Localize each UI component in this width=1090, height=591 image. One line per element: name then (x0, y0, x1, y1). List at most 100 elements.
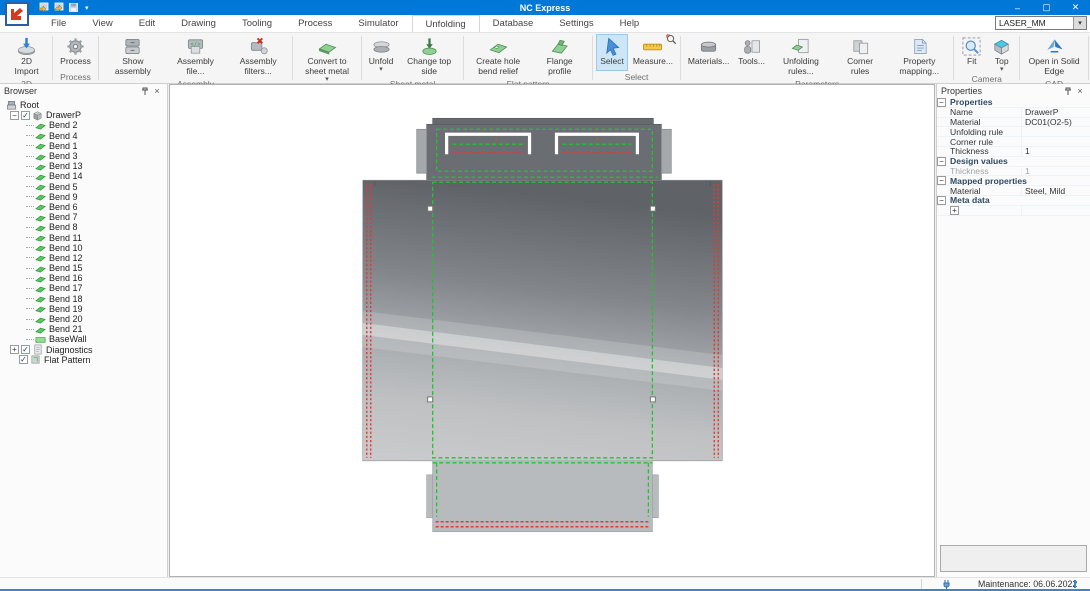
tree-item-bend-4[interactable]: Bend 4 (4, 131, 167, 141)
ribbon-button-materials[interactable]: Materials... (684, 34, 733, 78)
ribbon-button-2d-import[interactable]: 2D Import (4, 34, 49, 78)
machine-selector[interactable]: LASER_MM ▾ (995, 16, 1087, 30)
app-logo-icon[interactable] (5, 2, 29, 26)
property-row-thickness[interactable]: Thickness1 (937, 147, 1090, 157)
collapse-icon[interactable]: − (937, 157, 946, 166)
ribbon-button-property-mapping[interactable]: Property mapping... (888, 34, 950, 78)
checkbox-checked[interactable]: ✓ (21, 111, 30, 120)
tree-item-bend-10[interactable]: Bend 10 (4, 243, 167, 253)
close-panel-icon[interactable]: × (1074, 86, 1086, 96)
tree-item-bend-1[interactable]: Bend 1 (4, 141, 167, 151)
tree-item-bend-5[interactable]: Bend 5 (4, 182, 167, 192)
property-label: Material (948, 186, 1022, 195)
close-panel-icon[interactable]: × (151, 86, 163, 96)
save-icon[interactable] (68, 2, 79, 13)
tree-item-bend-11[interactable]: Bend 11 (4, 232, 167, 242)
tree-item-part[interactable]: −✓DrawerP (4, 110, 167, 120)
tree-item-bend-7[interactable]: Bend 7 (4, 212, 167, 222)
tree-item-diagnostics[interactable]: +✓Diagnostics (4, 345, 167, 355)
tree-item-bend-8[interactable]: Bend 8 (4, 222, 167, 232)
ribbon-group-camera: FitTop▾Camera (955, 33, 1018, 83)
tree-item-bend-2[interactable]: Bend 2 (4, 120, 167, 130)
tree-item-root[interactable]: Root (4, 100, 167, 110)
ribbon-button-select[interactable]: Select (596, 34, 628, 71)
expand-icon[interactable]: + (950, 206, 959, 215)
property-row-thickness[interactable]: Thickness1 (937, 167, 1090, 177)
menu-tab-view[interactable]: View (79, 15, 125, 32)
machine-dropdown-icon[interactable]: ▾ (1073, 17, 1086, 29)
ribbon-group-select: SelectMeasure...Select (594, 33, 679, 83)
checkbox-checked[interactable]: ✓ (19, 355, 28, 364)
tree-item-flat-pattern[interactable]: ✓Flat Pattern (4, 355, 167, 365)
ribbon-button-show-assembly[interactable]: Show assembly (102, 34, 164, 78)
property-section-label: Mapped properties (948, 176, 1090, 185)
menu-tab-help[interactable]: Help (607, 15, 653, 32)
minimize-button[interactable]: – (1003, 0, 1032, 15)
tree-item-bend-12[interactable]: Bend 12 (4, 253, 167, 263)
pin-icon[interactable] (139, 87, 151, 96)
tree-item-bend-16[interactable]: Bend 16 (4, 273, 167, 283)
tree-item-label: Bend 15 (49, 263, 83, 273)
menu-tab-edit[interactable]: Edit (126, 15, 168, 32)
property-section-meta-data[interactable]: −Meta data (937, 196, 1090, 206)
tree-item-bend-20[interactable]: Bend 20 (4, 314, 167, 324)
ribbon-button-convert-to-sheet-metal[interactable]: Convert to sheet metal▾ (296, 34, 358, 83)
ribbon-button-flange-profile[interactable]: Flange profile (530, 34, 589, 78)
close-button[interactable]: ✕ (1061, 0, 1090, 15)
tree-item-basewall[interactable]: BaseWall (4, 334, 167, 344)
menu-tab-drawing[interactable]: Drawing (168, 15, 229, 32)
ribbon-button-process[interactable]: Process (56, 34, 95, 71)
tree-item-bend-15[interactable]: Bend 15 (4, 263, 167, 273)
ribbon-button-change-top-side[interactable]: Change top side (398, 34, 460, 78)
tree-item-label: Bend 16 (49, 273, 83, 283)
ribbon-button-assembly-file[interactable]: </>Assembly file... (165, 34, 226, 78)
meta-data-expand-row[interactable]: + (937, 206, 1090, 216)
maximize-button[interactable]: ▢ (1032, 0, 1061, 15)
tree-item-bend-17[interactable]: Bend 17 (4, 283, 167, 293)
collapse-icon[interactable]: − (937, 176, 946, 185)
ribbon-button-tools[interactable]: Tools... (734, 34, 769, 78)
menu-tab-unfolding[interactable]: Unfolding (412, 15, 480, 32)
menu-tab-simulator[interactable]: Simulator (345, 15, 411, 32)
collapse-icon[interactable]: − (937, 98, 946, 107)
tree-item-bend-14[interactable]: Bend 14 (4, 171, 167, 181)
checkbox-checked[interactable]: ✓ (21, 345, 30, 354)
tree-item-bend-9[interactable]: Bend 9 (4, 192, 167, 202)
import-assembly-icon[interactable] (53, 2, 64, 13)
tree-item-bend-19[interactable]: Bend 19 (4, 304, 167, 314)
viewport-canvas[interactable] (169, 84, 935, 577)
ribbon-button-assembly-filters[interactable]: Assembly filters... (227, 34, 289, 78)
menu-tab-database[interactable]: Database (480, 15, 547, 32)
ribbon-button-fit[interactable]: Fit (957, 34, 986, 73)
property-label: Corner rule (948, 137, 1022, 146)
property-value: DrawerP (1022, 107, 1090, 117)
ribbon-button-top[interactable]: Top▾ (987, 34, 1016, 73)
qat-dropdown-icon[interactable]: ▾ (85, 4, 89, 12)
menu-tab-tooling[interactable]: Tooling (229, 15, 285, 32)
tree-item-bend-6[interactable]: Bend 6 (4, 202, 167, 212)
menu-tab-settings[interactable]: Settings (546, 15, 606, 32)
tree-item-bend-3[interactable]: Bend 3 (4, 151, 167, 161)
import-part-icon[interactable] (38, 2, 49, 13)
tree-item-bend-18[interactable]: Bend 18 (4, 294, 167, 304)
machine-selector-value: LASER_MM (996, 17, 1073, 29)
property-row-material[interactable]: MaterialDC01(O2-5) (937, 118, 1090, 128)
property-row-material[interactable]: MaterialSteel, Mild (937, 186, 1090, 196)
tree-item-bend-21[interactable]: Bend 21 (4, 324, 167, 334)
menu-tab-process[interactable]: Process (285, 15, 345, 32)
property-row-unfolding-rule[interactable]: Unfolding rule (937, 127, 1090, 137)
properties-panel: Properties × −PropertiesNameDrawerPMater… (936, 84, 1090, 577)
ribbon-button-unfolding-rules[interactable]: Unfolding rules... (770, 34, 832, 78)
collapse-icon[interactable]: − (937, 196, 946, 205)
expand-icon[interactable]: + (10, 345, 19, 354)
collapse-icon[interactable]: − (10, 111, 19, 120)
ribbon-button-create-hole-bend-relief[interactable]: Create hole bend relief (467, 34, 529, 78)
tree-item-bend-13[interactable]: Bend 13 (4, 161, 167, 171)
ribbon-button-open-in-solid-edge[interactable]: Open in Solid Edge (1023, 34, 1085, 78)
ribbon-button-unfold[interactable]: Unfold▾ (365, 34, 397, 78)
ribbon-button-corner-rules[interactable]: Corner rules (833, 34, 887, 78)
pin-icon[interactable] (1062, 87, 1074, 96)
menu-tab-file[interactable]: File (38, 15, 79, 32)
property-label: Unfolding rule (948, 127, 1022, 136)
zoom-selection-icon[interactable] (666, 34, 677, 47)
